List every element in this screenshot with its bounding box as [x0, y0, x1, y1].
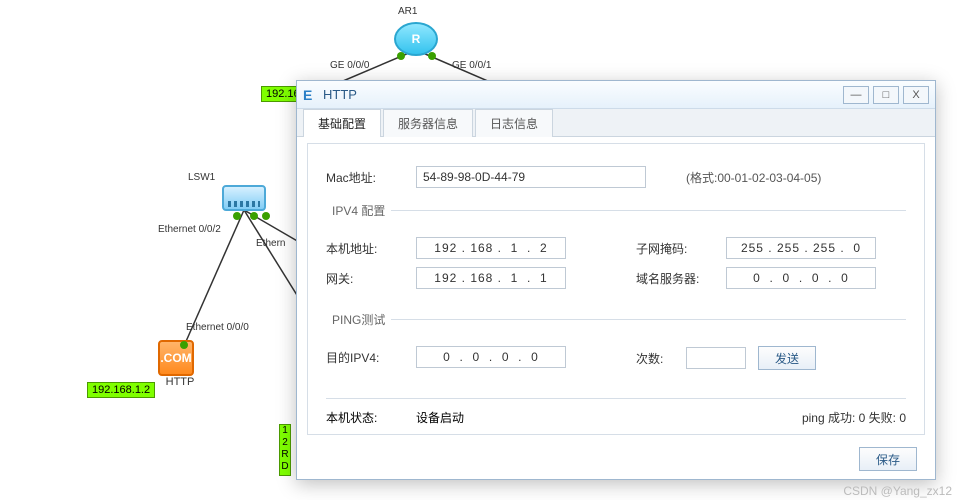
tab-server-info[interactable]: 服务器信息	[383, 109, 473, 137]
port-ge000: GE 0/0/0	[330, 60, 369, 71]
switch-label: LSW1	[188, 172, 215, 183]
link-dot	[180, 341, 188, 349]
watermark: CSDN @Yang_zx12	[843, 484, 952, 498]
ping-dst-input[interactable]	[416, 346, 566, 368]
mask-label: 子网掩码:	[636, 240, 726, 257]
status-value: 设备启动	[416, 409, 802, 426]
dns-label: 域名服务器:	[636, 270, 726, 287]
port-eth-trunc: Ethern	[256, 238, 285, 249]
minimize-button[interactable]: —	[843, 86, 869, 104]
mask-input[interactable]	[726, 237, 876, 259]
close-button[interactable]: X	[903, 86, 929, 104]
gateway-input[interactable]	[416, 267, 566, 289]
status-label: 本机状态:	[326, 409, 416, 426]
app-icon: E	[303, 87, 319, 103]
tab-log[interactable]: 日志信息	[475, 109, 553, 137]
ping-fieldset: PING测试 目的IPV4: 次数: 发送	[326, 311, 906, 378]
port-eth000: Ethernet 0/0/0	[186, 322, 249, 333]
mac-input[interactable]	[416, 166, 646, 188]
router-node[interactable]: R	[394, 22, 438, 56]
mac-label: Mac地址:	[326, 169, 416, 186]
link-dot	[250, 212, 258, 220]
ping-count-label: 次数:	[636, 350, 686, 367]
ipv4-fieldset: IPV4 配置 本机地址: 网关: 子网掩码:	[326, 202, 906, 297]
server-icon: .COM	[158, 340, 194, 376]
titlebar[interactable]: E HTTP — □ X	[297, 81, 935, 109]
ping-count-input[interactable]	[686, 347, 746, 369]
tabs: 基础配置 服务器信息 日志信息	[297, 109, 935, 137]
router-icon: R	[394, 22, 438, 56]
ping-legend: PING测试	[326, 311, 391, 328]
mac-hint: (格式:00-01-02-03-04-05)	[686, 169, 821, 186]
link-dot	[397, 52, 405, 60]
host-addr-input[interactable]	[416, 237, 566, 259]
router-label: AR1	[398, 6, 417, 17]
server-label: HTTP	[158, 376, 202, 388]
link-dot	[233, 212, 241, 220]
ping-dst-label: 目的IPV4:	[326, 349, 416, 366]
maximize-button[interactable]: □	[873, 86, 899, 104]
side-strip: 1 2 R D	[279, 424, 291, 476]
tab-basic[interactable]: 基础配置	[303, 109, 381, 137]
ipv4-legend: IPV4 配置	[326, 202, 391, 219]
host-addr-label: 本机地址:	[326, 240, 416, 257]
dialog-title: HTTP	[323, 87, 357, 102]
ping-result: ping 成功: 0 失败: 0	[802, 409, 906, 426]
http-config-dialog: E HTTP — □ X 基础配置 服务器信息 日志信息 Mac地址: (格式:…	[296, 80, 936, 480]
link-dot	[428, 52, 436, 60]
port-eth002: Ethernet 0/0/2	[158, 224, 221, 235]
config-panel: Mac地址: (格式:00-01-02-03-04-05) IPV4 配置 本机…	[307, 143, 925, 435]
gateway-label: 网关:	[326, 270, 416, 287]
server-ip-badge: 192.168.1.2	[87, 382, 155, 398]
dns-input[interactable]	[726, 267, 876, 289]
ping-send-button[interactable]: 发送	[758, 346, 816, 370]
port-ge001: GE 0/0/1	[452, 60, 491, 71]
save-button[interactable]: 保存	[859, 447, 917, 471]
switch-node[interactable]	[222, 185, 266, 219]
link-dot	[262, 212, 270, 220]
switch-icon	[222, 185, 266, 211]
